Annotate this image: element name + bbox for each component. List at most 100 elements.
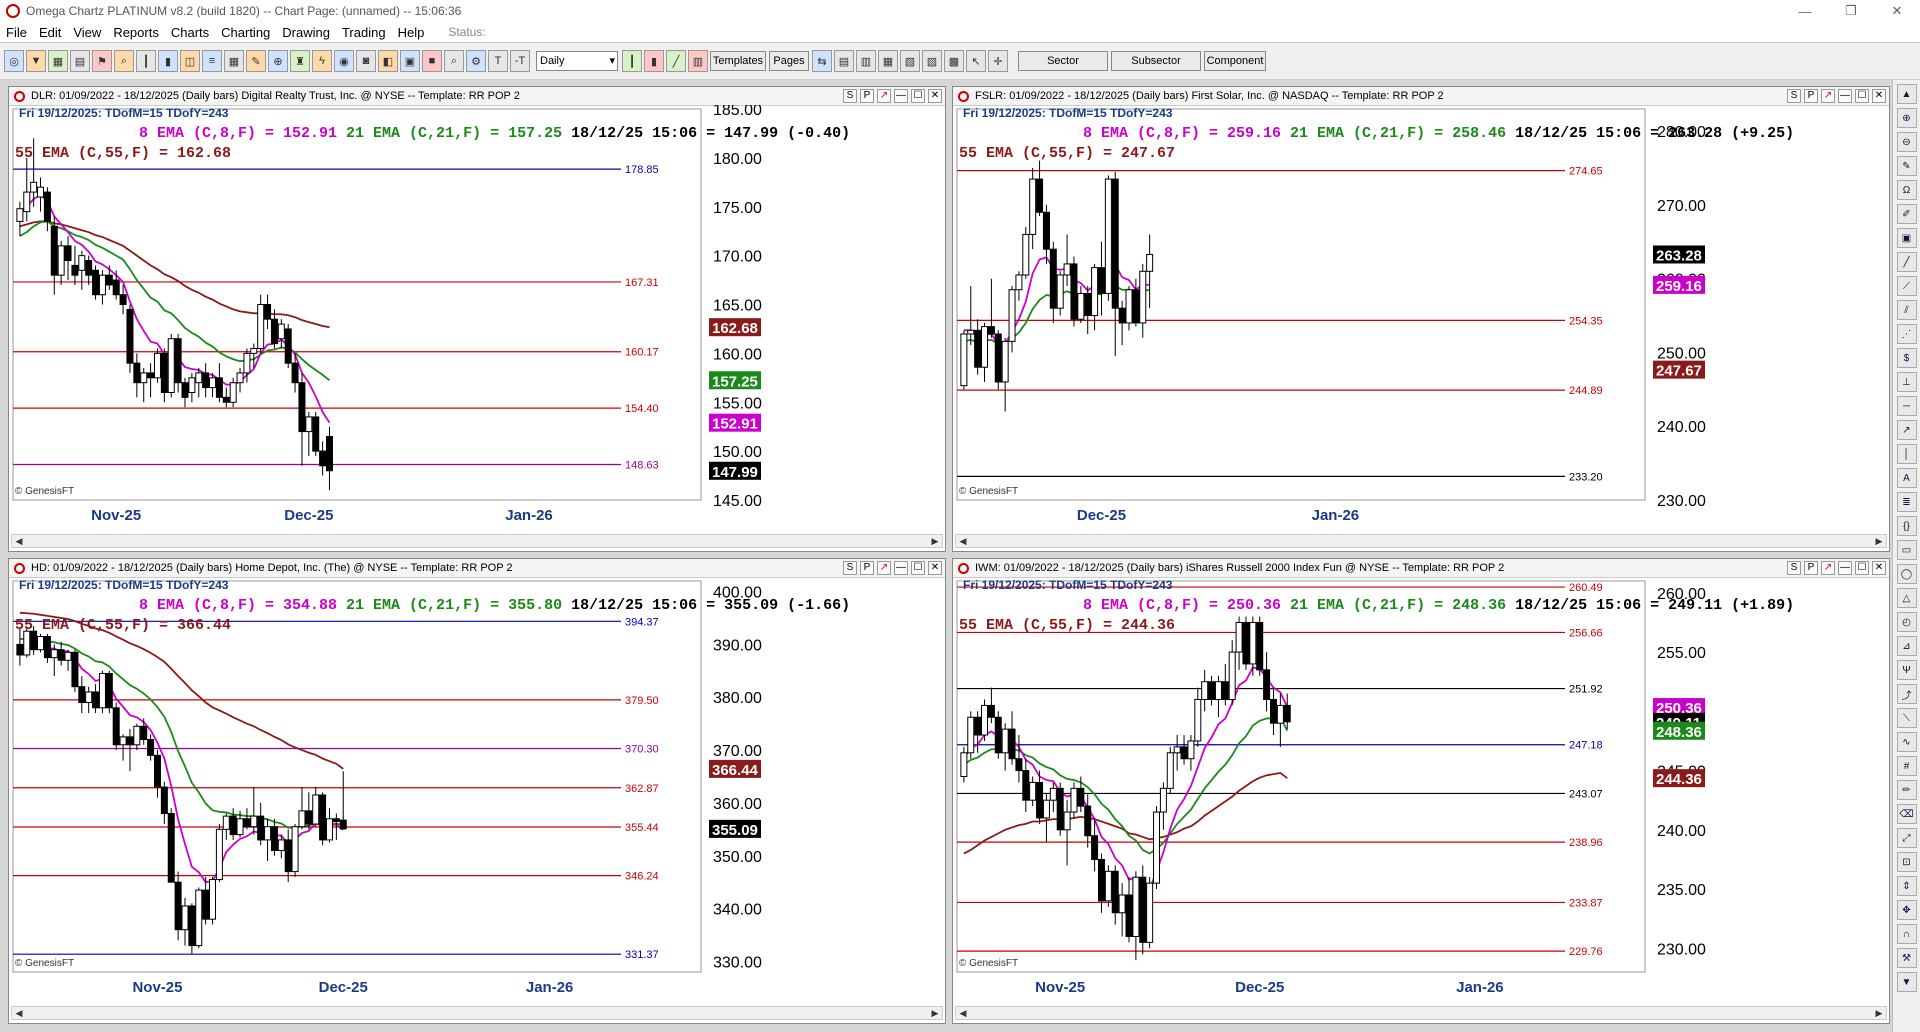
period-select[interactable]: Daily — [536, 51, 618, 71]
p-button[interactable]: P — [860, 89, 874, 103]
panel-close-button[interactable]: ✕ — [928, 561, 942, 575]
tile-icon[interactable]: ▣ — [400, 50, 420, 72]
scroll-left-icon[interactable]: ◀ — [956, 535, 970, 547]
menu-edit[interactable]: Edit — [33, 25, 67, 40]
component-button[interactable]: Component — [1204, 51, 1266, 71]
panel-close-button[interactable]: ✕ — [1872, 89, 1886, 103]
close-button[interactable]: ✕ — [1874, 0, 1920, 22]
menu-view[interactable]: View — [67, 25, 107, 40]
menu-help[interactable]: Help — [392, 25, 431, 40]
link-icon[interactable]: ↗ — [1821, 89, 1835, 103]
panel-minimize-button[interactable]: — — [1838, 561, 1852, 575]
camera-icon[interactable]: ◙ — [356, 50, 376, 72]
lock-icon[interactable]: ⊡ — [1896, 852, 1917, 872]
wave-icon[interactable]: ∿ — [1896, 732, 1917, 752]
panel-maximize-button[interactable]: ☐ — [911, 89, 925, 103]
scan-icon[interactable]: ◎ — [4, 50, 24, 72]
ray-icon[interactable]: ⟋ — [1896, 276, 1917, 296]
grid-icon[interactable]: ▦ — [48, 50, 68, 72]
eraser-icon[interactable]: ⌫ — [1896, 804, 1917, 824]
s-button[interactable]: S — [1787, 561, 1801, 575]
fan-icon[interactable]: ⋰ — [1896, 324, 1917, 344]
p-button[interactable]: P — [1804, 561, 1818, 575]
target-icon[interactable]: ◉ — [334, 50, 354, 72]
panel-maximize-button[interactable]: ☐ — [1855, 561, 1869, 575]
menu-charting[interactable]: Charting — [215, 25, 276, 40]
p-button[interactable]: P — [860, 561, 874, 575]
candle-chart-icon[interactable]: ▮ — [644, 50, 664, 72]
settings-icon[interactable]: ⚙ — [466, 50, 486, 72]
panel-minimize-button[interactable]: — — [894, 561, 908, 575]
cycle-icon[interactable]: ◴ — [1896, 612, 1917, 632]
scroll-right-icon[interactable]: ▶ — [928, 535, 942, 547]
text-minus-icon[interactable]: -T — [510, 50, 530, 72]
layout5-icon[interactable]: ▨ — [922, 50, 942, 72]
chart-type-icon[interactable]: ◫ — [180, 50, 200, 72]
pencil-tool-icon[interactable]: ✏ — [1896, 780, 1917, 800]
pointer-icon[interactable]: ↖ — [966, 50, 986, 72]
layout6-icon[interactable]: ▩ — [944, 50, 964, 72]
image-icon[interactable]: ▣ — [1896, 228, 1917, 248]
horizontal-scrollbar[interactable]: ◀ ▶ — [955, 1006, 1887, 1020]
chart-panel-hd[interactable]: HD: 01/09/2022 - 18/12/2025 (Daily bars)… — [8, 558, 946, 1024]
minimize-button[interactable]: — — [1782, 0, 1828, 22]
stop-icon[interactable]: ■ — [422, 50, 442, 72]
pitchfork-icon[interactable]: Ψ — [1896, 660, 1917, 680]
channel-icon[interactable]: ⫽ — [1896, 300, 1917, 320]
down-arrow-icon[interactable]: ▼ — [1896, 972, 1917, 992]
restore-button[interactable]: ❐ — [1828, 0, 1874, 22]
curly-icon[interactable]: {} — [1896, 516, 1917, 536]
scroll-right-icon[interactable]: ▶ — [1872, 535, 1886, 547]
robot-icon[interactable]: ♜ — [290, 50, 310, 72]
s-button[interactable]: S — [1787, 89, 1801, 103]
templates-button[interactable]: Templates — [710, 51, 766, 71]
triangle-icon[interactable]: △ — [1896, 588, 1917, 608]
magnet-icon[interactable]: ∩ — [1896, 924, 1917, 944]
subsector-button[interactable]: Subsector — [1111, 51, 1201, 71]
menu-drawing[interactable]: Drawing — [276, 25, 336, 40]
zoom-icon[interactable]: ⊕ — [268, 50, 288, 72]
panel-maximize-button[interactable]: ☐ — [911, 561, 925, 575]
ellipse-icon[interactable]: ◯ — [1896, 564, 1917, 584]
menu-charts[interactable]: Charts — [165, 25, 215, 40]
regression-icon[interactable]: ⟍ — [1896, 708, 1917, 728]
layers-icon[interactable]: ◧ — [378, 50, 398, 72]
zoom-in-icon[interactable]: ⊕ — [1896, 108, 1917, 128]
scroll-left-icon[interactable]: ◀ — [956, 1007, 970, 1019]
omega-icon[interactable]: Ω — [1896, 180, 1917, 200]
scroll-right-icon[interactable]: ▶ — [1872, 1007, 1886, 1019]
move-icon[interactable]: ✥ — [1896, 900, 1917, 920]
text-tool-icon[interactable]: A — [1896, 468, 1917, 488]
panel-maximize-button[interactable]: ☐ — [1855, 89, 1869, 103]
pages-button[interactable]: Pages — [769, 51, 809, 71]
expand-icon[interactable]: ⤢ — [1896, 828, 1917, 848]
trendline-icon[interactable]: ╱ — [1896, 252, 1917, 272]
scale-icon[interactable]: ⇕ — [1896, 876, 1917, 896]
menu-trading[interactable]: Trading — [336, 25, 392, 40]
hline-icon[interactable]: ─ — [1896, 396, 1917, 416]
layout2-icon[interactable]: ▥ — [856, 50, 876, 72]
ruler-icon[interactable]: ⊥ — [1896, 372, 1917, 392]
magnify-icon[interactable]: ⌕ — [444, 50, 464, 72]
line-chart-icon[interactable]: ╱ — [666, 50, 686, 72]
search-icon[interactable]: ⌕ — [114, 50, 134, 72]
lightning-icon[interactable]: ϟ — [312, 50, 332, 72]
horizontal-scrollbar[interactable]: ◀ ▶ — [11, 534, 943, 548]
menu-file[interactable]: File — [0, 25, 33, 40]
panel-minimize-button[interactable]: — — [1838, 89, 1852, 103]
fib-icon[interactable]: ≣ — [1896, 492, 1917, 512]
vline-icon[interactable]: │ — [1896, 444, 1917, 464]
list-icon[interactable]: ≡ — [202, 50, 222, 72]
s-button[interactable]: S — [843, 561, 857, 575]
s-button[interactable]: S — [843, 89, 857, 103]
crosshair-icon[interactable]: ✛ — [988, 50, 1008, 72]
chart-panel-dlr[interactable]: DLR: 01/09/2022 - 18/12/2025 (Daily bars… — [8, 86, 946, 552]
volume-icon[interactable]: ▥ — [688, 50, 708, 72]
horizontal-scrollbar[interactable]: ◀ ▶ — [955, 534, 1887, 548]
zoom-out-icon[interactable]: ⊖ — [1896, 132, 1917, 152]
bar-chart-icon[interactable]: ┃ — [622, 50, 642, 72]
up-arrow-icon[interactable]: ▲ — [1896, 84, 1917, 104]
layout4-icon[interactable]: ▧ — [900, 50, 920, 72]
scroll-left-icon[interactable]: ◀ — [12, 1007, 26, 1019]
gann-icon[interactable]: ⊿ — [1896, 636, 1917, 656]
